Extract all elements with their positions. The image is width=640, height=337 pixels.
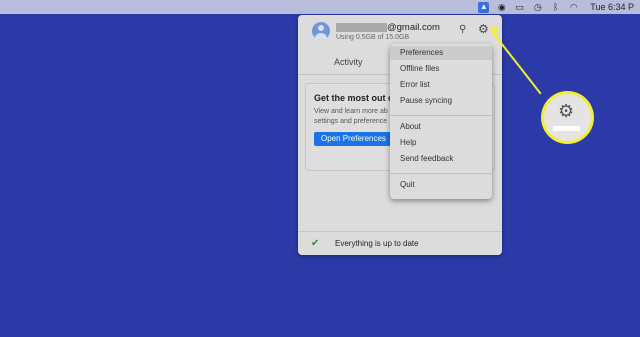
menu-item-preferences[interactable]: Preferences: [390, 46, 492, 60]
email-suffix: @gmail.com: [387, 22, 440, 33]
wifi-icon[interactable]: ◠: [568, 2, 579, 13]
callout-inner: ⚙: [544, 94, 591, 141]
menu-item-offline-files[interactable]: Offline files: [390, 62, 492, 76]
menu-item-error-list[interactable]: Error list: [390, 78, 492, 92]
gear-icon: ⚙: [558, 101, 575, 121]
google-drive-icon[interactable]: ▲: [478, 1, 490, 13]
menu-separator: [390, 173, 492, 174]
time-machine-icon[interactable]: ◷: [532, 2, 543, 13]
card-title: Get the most out of: [314, 93, 397, 103]
menu-item-about[interactable]: About: [390, 120, 492, 134]
settings-menu: Preferences Offline files Error list Pau…: [390, 44, 492, 199]
menu-separator: [390, 115, 492, 116]
account-email: @gmail.com: [336, 22, 440, 33]
sync-status-bar: ✔ Everything is up to date: [298, 231, 502, 255]
callout-bar: [553, 126, 580, 131]
creative-cloud-icon[interactable]: ◉: [496, 2, 507, 13]
email-redaction: [336, 23, 387, 32]
storage-usage: Using 0.5GB of 15.0GB: [336, 34, 410, 41]
menu-item-send-feedback[interactable]: Send feedback: [390, 152, 492, 166]
window-icon[interactable]: ▭: [514, 2, 525, 13]
sync-status-text: Everything is up to date: [335, 239, 419, 248]
card-text: View and learn more ab settings and pref…: [314, 108, 388, 125]
double-check-icon: ✔: [311, 238, 320, 249]
menu-bar: ▲ ◉ ▭ ◷ ᛒ ◠ Tue 6:34 P: [0, 0, 640, 14]
menu-item-help[interactable]: Help: [390, 136, 492, 150]
tab-activity[interactable]: Activity: [334, 57, 363, 67]
menubar-clock[interactable]: Tue 6:34 P: [590, 2, 634, 12]
menu-item-pause-syncing[interactable]: Pause syncing: [390, 94, 492, 108]
open-preferences-button[interactable]: Open Preferences: [314, 132, 393, 146]
menu-item-quit[interactable]: Quit: [390, 178, 492, 192]
avatar[interactable]: [312, 22, 330, 40]
callout-magnifier: ⚙: [541, 91, 594, 144]
gear-icon[interactable]: ⚙: [478, 23, 489, 35]
bluetooth-icon[interactable]: ᛒ: [550, 2, 561, 13]
search-icon[interactable]: ⚲: [459, 25, 466, 35]
